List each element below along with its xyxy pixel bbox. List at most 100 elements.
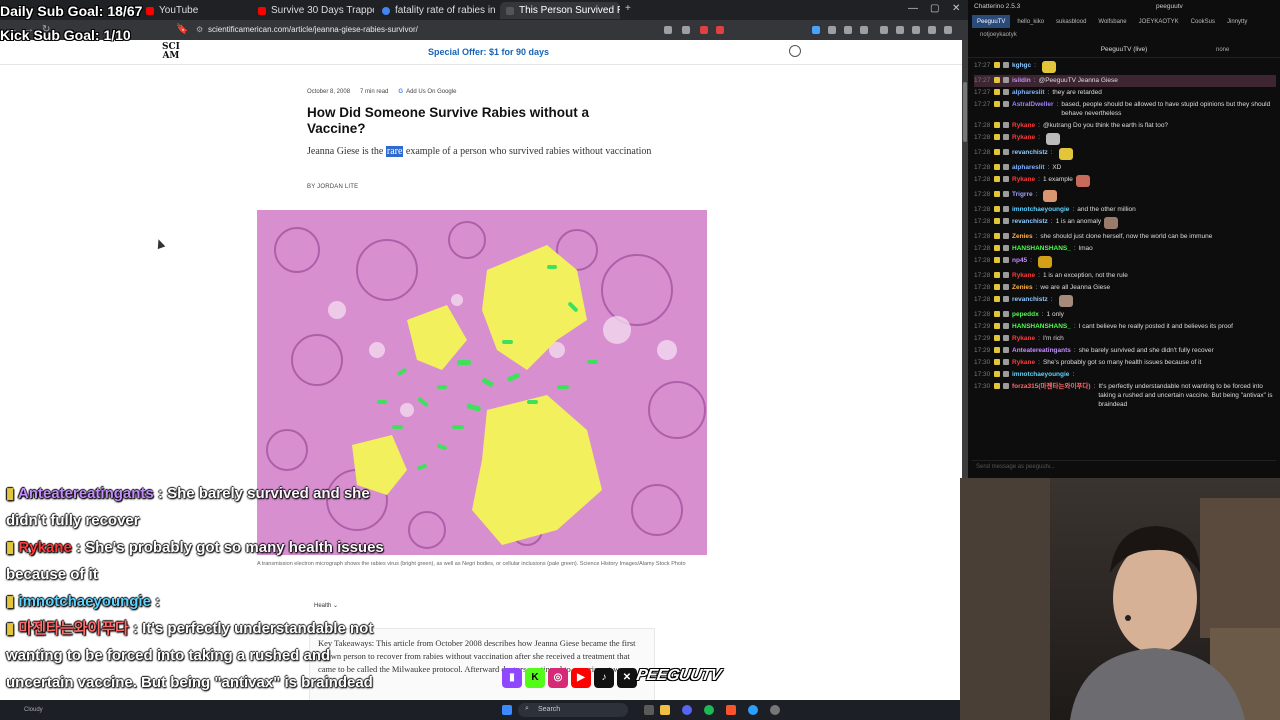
brave-icon[interactable] xyxy=(726,705,736,715)
wallet-icon[interactable] xyxy=(912,26,920,34)
extension-icon[interactable] xyxy=(844,26,852,34)
file-explorer-icon[interactable] xyxy=(660,705,670,715)
chat-message[interactable]: 17:28 imnotchaeyoungie: and the other mill… xyxy=(974,204,1276,216)
windows-start-icon[interactable] xyxy=(502,705,512,715)
google-preferred-button[interactable]: G Add Us On Google xyxy=(398,89,456,95)
chat-message[interactable]: 17:27 isildin: @PeeguuTV Jeanna Giese xyxy=(974,75,1276,87)
chat-message[interactable]: 17:30 imnotchaeyoungie: xyxy=(974,369,1276,381)
chat-message[interactable]: 17:27 AstralDweller: based, people should … xyxy=(974,99,1276,120)
chat-message[interactable]: 17:30 forza315(마젠타는와이푸다): It's perfectly u… xyxy=(974,381,1276,411)
chat-message[interactable]: 17:27 kghgc: xyxy=(974,60,1276,75)
discord-icon[interactable] xyxy=(682,705,692,715)
chat-message[interactable]: 17:28 pepeddx:1 only xyxy=(974,309,1276,321)
chat-username[interactable]: alphareslit xyxy=(1012,163,1045,172)
chat-message[interactable]: 17:29 Rykane: I'm rich xyxy=(974,333,1276,345)
tab-sciam-article[interactable]: This Person Survived Rabies with ✕ xyxy=(500,2,620,19)
chat-username[interactable]: Rykane xyxy=(1012,121,1035,130)
chat-username[interactable]: Zenies xyxy=(1012,232,1033,241)
chat-username[interactable]: HANSHANSHANS_ xyxy=(1012,322,1071,331)
chat-message[interactable]: 17:29 Anteatereatingants: she barely survi… xyxy=(974,345,1276,357)
chat-message[interactable]: 17:28 alphareslit: XD xyxy=(974,162,1276,174)
special-offer-link[interactable]: Special Offer: $1 for 90 days xyxy=(428,47,549,57)
task-view-icon[interactable] xyxy=(644,705,654,715)
chat-input[interactable]: Send message as peeguutv... xyxy=(972,460,1276,472)
vpn-icon[interactable] xyxy=(928,26,936,34)
chat-message[interactable]: 17:29 HANSHANSHANS_: I cant believe he rea… xyxy=(974,321,1276,333)
new-tab-button[interactable]: + xyxy=(625,3,631,14)
chat-message[interactable]: 17:28 Trigrre: xyxy=(974,189,1276,204)
bookmark-icon[interactable]: 🔖 xyxy=(176,24,188,35)
selected-text[interactable]: rare xyxy=(385,146,404,157)
chat-tab[interactable]: Jinnytty xyxy=(1222,15,1252,28)
chat-message[interactable]: 17:27 alphareslit: they are retarded xyxy=(974,87,1276,99)
menu-icon[interactable] xyxy=(944,26,952,34)
chat-username[interactable]: kghgc xyxy=(1012,61,1031,70)
chat-username[interactable]: forza315(마젠타는와이푸다) xyxy=(1012,382,1091,391)
chat-username[interactable]: revanchistz xyxy=(1012,148,1048,157)
chat-message[interactable]: 17:28 revanchistz: xyxy=(974,294,1276,309)
chat-tab[interactable]: PeeguuTV xyxy=(972,15,1011,28)
chat-username[interactable]: AstralDweller xyxy=(1012,100,1054,109)
chat-username[interactable]: Rykane xyxy=(1012,271,1035,280)
chat-message[interactable]: 17:28 Rykane: xyxy=(974,132,1276,147)
url-field[interactable]: scientificamerican.com/article/jeanna-gi… xyxy=(208,25,418,34)
extension-icon[interactable] xyxy=(828,26,836,34)
chat-tab[interactable]: sukasblood xyxy=(1051,15,1091,28)
chat-username[interactable]: imnotchaeyoungie xyxy=(1012,205,1069,214)
chat-username[interactable]: revanchistz xyxy=(1012,295,1048,304)
chat-message[interactable]: 17:28 np45: xyxy=(974,255,1276,270)
chat-tab[interactable]: hello_kiko xyxy=(1012,15,1049,28)
tab-survive-video[interactable]: Survive 30 Days Trapped In The Sky... xyxy=(252,2,374,19)
author-byline[interactable]: BY JORDAN LITE xyxy=(307,184,358,190)
chat-message-list[interactable]: 17:27 kghgc:17:27 isildin: @PeeguuTV Jeanna… xyxy=(974,60,1276,455)
window-close-icon[interactable]: ✕ xyxy=(952,3,960,14)
chat-message[interactable]: 17:28 Zenies: we are all Jeanna Giese xyxy=(974,282,1276,294)
chat-message[interactable]: 17:28 Zenies: she should just clone hersel… xyxy=(974,231,1276,243)
chat-account[interactable]: peeguutv xyxy=(1156,3,1183,10)
app-icon[interactable] xyxy=(770,705,780,715)
extension-icon[interactable] xyxy=(812,26,820,34)
taskbar-search[interactable]: ⌕ Search xyxy=(518,703,628,717)
chat-username[interactable]: revanchistz xyxy=(1012,217,1048,226)
chat-message[interactable]: 17:30 Rykane: She's probably got so many h… xyxy=(974,357,1276,369)
chat-message[interactable]: 17:28 Rykane:1 example xyxy=(974,174,1276,189)
chat-username[interactable]: Rykane xyxy=(1012,133,1035,142)
site-info-icon[interactable]: ⚙ xyxy=(196,25,203,34)
chat-username[interactable]: Trigrre xyxy=(1012,190,1033,199)
share-icon[interactable] xyxy=(682,26,690,34)
minimize-icon[interactable]: — xyxy=(908,3,918,14)
spotify-icon[interactable] xyxy=(704,705,714,715)
chat-username[interactable]: isildin xyxy=(1012,76,1031,85)
extension-icon[interactable] xyxy=(860,26,868,34)
app-icon[interactable] xyxy=(748,705,758,715)
chat-username[interactable]: np45 xyxy=(1012,256,1027,265)
account-icon[interactable] xyxy=(789,45,801,57)
chat-tab[interactable]: Wolfsbane xyxy=(1093,15,1131,28)
chat-username[interactable]: pepeddx xyxy=(1012,310,1039,319)
chat-tab[interactable]: JOEYKAOTYK xyxy=(1134,15,1184,28)
chat-username[interactable]: Zenies xyxy=(1012,283,1033,292)
chat-username[interactable]: Rykane xyxy=(1012,358,1035,367)
sidebar-icon[interactable] xyxy=(896,26,904,34)
tab-youtube[interactable]: YouTube xyxy=(140,2,250,19)
chat-message[interactable]: 17:28 HANSHANSHANS_: lmao xyxy=(974,243,1276,255)
chat-message[interactable]: 17:28 revanchistz: xyxy=(974,147,1276,162)
scrollbar-thumb[interactable] xyxy=(963,82,967,142)
chat-tab[interactable]: CookSus xyxy=(1186,15,1220,28)
chat-username[interactable]: Rykane xyxy=(1012,334,1035,343)
chat-message[interactable]: 17:28 revanchistz:1 is an anomaly xyxy=(974,216,1276,231)
chat-message[interactable]: 17:28 Rykane:1 is an exception, not the r… xyxy=(974,270,1276,282)
brave-shield-icon[interactable] xyxy=(700,26,708,34)
extension-icon[interactable] xyxy=(880,26,888,34)
tab-google-search[interactable]: fatality rate of rabies in humans - Go xyxy=(376,2,498,19)
maximize-icon[interactable]: ▢ xyxy=(930,3,939,14)
sciam-logo[interactable]: SCI AM xyxy=(162,43,180,61)
chat-message[interactable]: 17:28 Rykane: @kutrang Do you think the ea… xyxy=(974,120,1276,132)
chat-subtab[interactable]: notjoeykaotyk xyxy=(980,32,1017,38)
chat-username[interactable]: Anteatereatingants xyxy=(1012,346,1071,355)
chat-username[interactable]: Rykane xyxy=(1012,175,1035,184)
chat-username[interactable]: alphareslit xyxy=(1012,88,1045,97)
brave-rewards-icon[interactable] xyxy=(716,26,724,34)
chat-mode[interactable]: none xyxy=(1216,47,1229,53)
chat-username[interactable]: imnotchaeyoungie xyxy=(1012,370,1069,379)
